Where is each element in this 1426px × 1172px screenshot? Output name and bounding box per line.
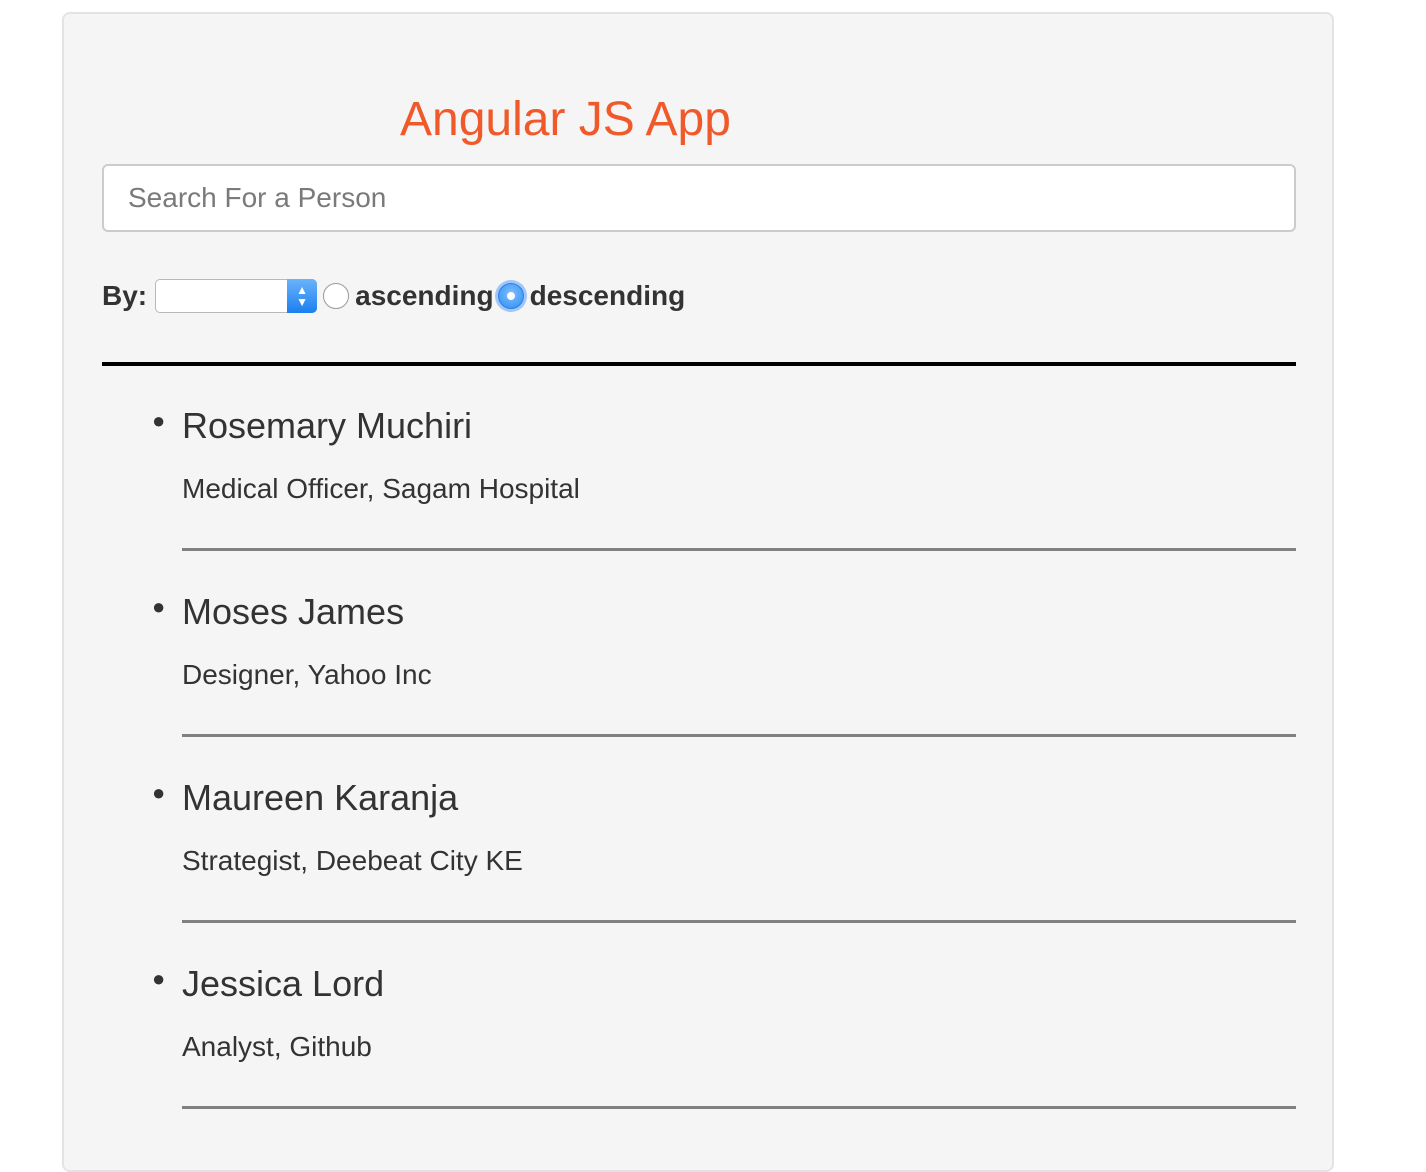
app-panel: Angular JS App By: ▲▼ ascending descendi… — [62, 12, 1334, 1172]
descending-label[interactable]: descending — [530, 280, 686, 312]
ascending-radio[interactable] — [323, 283, 350, 309]
person-divider — [182, 734, 1296, 737]
person-name: Rosemary Muchiri — [182, 405, 473, 446]
people-list: ● Rosemary Muchiri Medical Officer, Saga… — [64, 394, 1336, 1138]
person-name: Maureen Karanja — [182, 777, 459, 818]
list-item: ● Jessica Lord Analyst, Github — [64, 952, 1336, 1138]
person-name: Jessica Lord — [182, 963, 385, 1004]
page-title: Angular JS App — [400, 93, 731, 146]
descending-radio[interactable] — [497, 283, 524, 309]
sort-controls: By: ▲ ▼ ascending descending — [102, 276, 689, 316]
person-role: Strategist, Deebeat City KE — [182, 845, 523, 876]
person-divider — [182, 920, 1296, 923]
search-input[interactable] — [102, 164, 1296, 232]
person-name: Moses James — [182, 591, 405, 632]
select-arrows-icon: ▲ ▼ — [287, 279, 318, 313]
person-divider — [182, 548, 1296, 551]
person-role: Medical Officer, Sagam Hospital — [182, 473, 580, 504]
ascending-label[interactable]: ascending — [355, 280, 493, 312]
person-divider — [182, 1106, 1296, 1109]
bullet-icon: ● — [152, 780, 166, 805]
person-role: Analyst, Github — [182, 1031, 372, 1062]
list-item: ● Moses James Designer, Yahoo Inc — [64, 580, 1336, 766]
radio-dot-icon — [506, 292, 515, 300]
list-item: ● Rosemary Muchiri Medical Officer, Saga… — [64, 394, 1336, 580]
bullet-icon: ● — [152, 966, 166, 991]
bullet-icon: ● — [152, 408, 166, 433]
list-item: ● Maureen Karanja Strategist, Deebeat Ci… — [64, 766, 1336, 952]
sort-by-label: By: — [102, 280, 148, 311]
bullet-icon: ● — [152, 594, 166, 619]
main-divider — [102, 362, 1296, 366]
person-role: Designer, Yahoo Inc — [182, 659, 432, 690]
sort-field-select[interactable]: ▲ ▼ — [155, 279, 318, 313]
